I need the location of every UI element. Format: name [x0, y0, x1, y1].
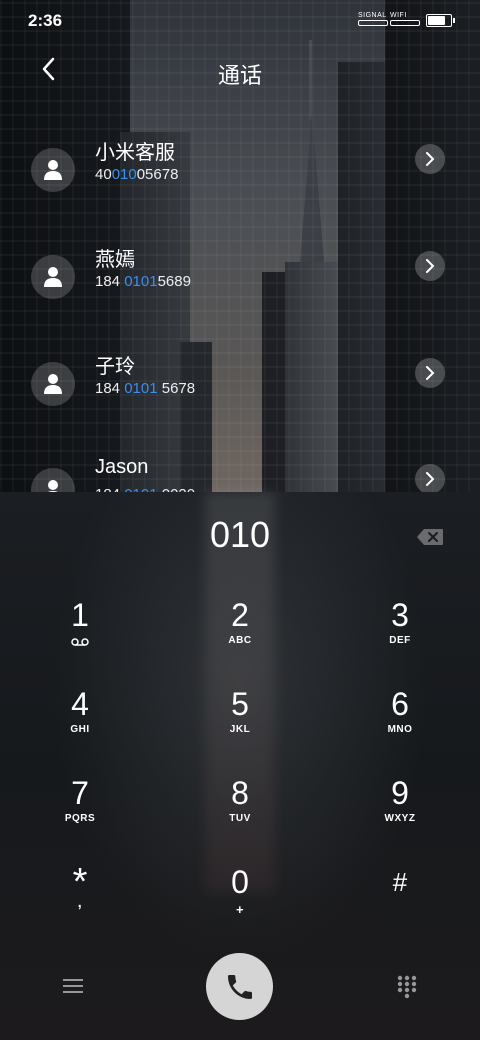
status-time: 2:36 — [28, 11, 63, 30]
avatar — [31, 362, 75, 406]
key-letters: WXYZ — [384, 813, 416, 824]
key-1[interactable]: 1 — [20, 597, 140, 673]
key-2[interactable]: 2 ABC — [180, 597, 300, 673]
key-star[interactable]: * , — [20, 863, 140, 940]
key-letters: TUV — [229, 813, 251, 824]
key-hash[interactable]: # — [340, 864, 460, 940]
key-6[interactable]: 6 MNO — [340, 686, 460, 762]
key-letters: + — [235, 902, 245, 917]
contact-item[interactable]: 子玲 184 0101 5678 — [0, 350, 480, 430]
contact-item[interactable]: Jason 184 0101 0020 — [0, 456, 480, 492]
key-5[interactable]: 5 JKL — [180, 686, 300, 762]
signal-bar — [358, 20, 388, 26]
contact-name: Jason — [95, 456, 149, 478]
keypad-icon — [397, 975, 417, 999]
menu-icon — [63, 979, 83, 993]
key-digit: # — [392, 867, 408, 897]
contact-detail-button[interactable] — [415, 464, 445, 492]
contact-number: 184 01015689 — [95, 273, 191, 290]
contact-name: 燕嫣 — [95, 249, 135, 271]
key-letters: , — [77, 894, 83, 910]
backspace-icon — [417, 529, 443, 545]
contact-name: 子玲 — [95, 356, 135, 378]
key-digit: 3 — [391, 597, 409, 633]
signal-indicator: SIGNAL — [358, 12, 388, 26]
key-8[interactable]: 8 TUV — [180, 775, 300, 851]
chevron-right-icon — [426, 259, 435, 273]
wifi-label: WIFI — [390, 12, 407, 19]
key-letters: MNO — [387, 724, 413, 735]
battery-fill — [428, 16, 445, 25]
chevron-right-icon — [426, 366, 435, 380]
chevron-right-icon — [426, 152, 435, 166]
key-digit: 9 — [391, 775, 409, 811]
contact-number: 4001005678 — [95, 166, 179, 183]
wifi-bar — [390, 20, 420, 26]
key-3[interactable]: 3 DEF — [340, 597, 460, 673]
key-letters: GHI — [70, 724, 90, 735]
key-digit: 7 — [71, 775, 89, 811]
backspace-button[interactable] — [416, 528, 444, 546]
signal-label: SIGNAL — [358, 12, 387, 19]
key-0[interactable]: 0 + — [180, 864, 300, 940]
dial-input[interactable]: 010 — [0, 514, 480, 556]
menu-button[interactable] — [62, 977, 84, 995]
call-button[interactable] — [206, 953, 273, 1020]
page-title: 通话 — [217, 63, 262, 88]
chevron-right-icon — [426, 472, 435, 486]
contact-number: 184 0101 5678 — [95, 380, 196, 397]
key-letters: PQRS — [64, 813, 96, 824]
contact-detail-button[interactable] — [415, 358, 445, 388]
key-digit: 5 — [231, 686, 249, 722]
key-digit: 4 — [71, 686, 89, 722]
wifi-indicator: WIFI — [390, 12, 420, 26]
person-icon — [44, 374, 62, 394]
keypad-toggle-button[interactable] — [396, 975, 418, 999]
person-icon — [44, 267, 62, 287]
contact-detail-button[interactable] — [415, 251, 445, 281]
key-4[interactable]: 4 GHI — [20, 686, 140, 762]
key-digit: 8 — [231, 775, 249, 811]
phone-icon — [228, 975, 252, 999]
key-digit: 1 — [71, 597, 89, 633]
key-7[interactable]: 7 PQRS — [20, 775, 140, 851]
avatar — [31, 468, 75, 492]
contact-item[interactable]: 小米客服 4001005678 — [0, 136, 480, 216]
status-bar: 2:36 SIGNAL WIFI — [0, 0, 480, 40]
key-letters: JKL — [229, 724, 251, 735]
person-icon — [44, 160, 62, 180]
key-digit: 6 — [391, 686, 409, 722]
avatar — [31, 148, 75, 192]
contact-detail-button[interactable] — [415, 144, 445, 174]
key-9[interactable]: 9 WXYZ — [340, 775, 460, 851]
key-digit: 2 — [231, 597, 249, 633]
person-icon — [48, 480, 58, 492]
key-letters: ABC — [228, 635, 252, 646]
contact-name: 小米客服 — [95, 142, 175, 164]
contact-item[interactable]: 燕嫣 184 01015689 — [0, 243, 480, 323]
battery-icon — [426, 14, 455, 27]
key-letters: DEF — [389, 635, 411, 646]
key-digit: 0 — [231, 864, 249, 900]
voicemail-icon — [71, 638, 89, 646]
avatar — [31, 255, 75, 299]
